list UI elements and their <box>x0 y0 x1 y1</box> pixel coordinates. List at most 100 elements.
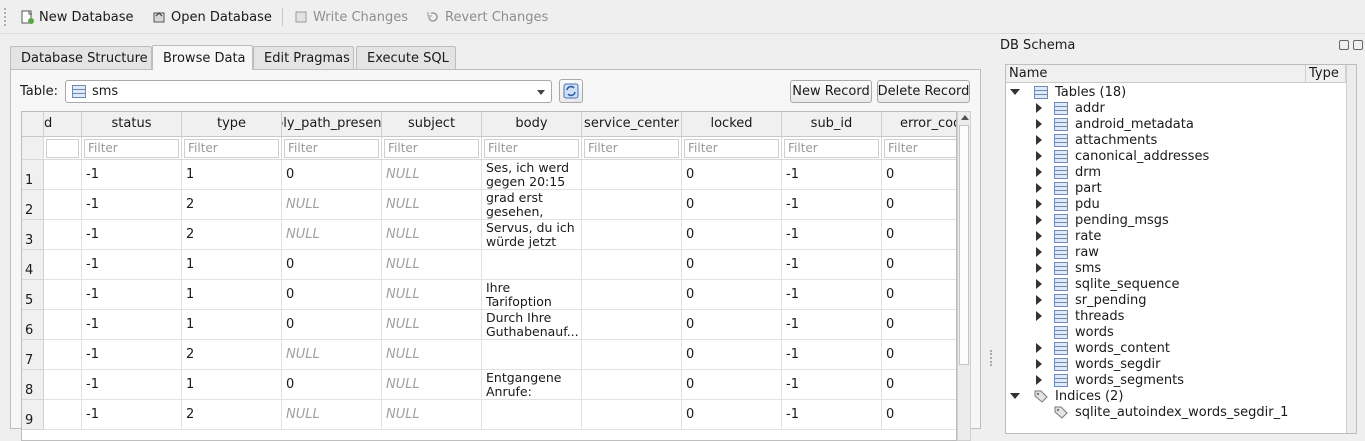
table-cell-subject[interactable]: NULL <box>382 160 482 190</box>
expand-right-icon[interactable] <box>1036 279 1042 289</box>
table-cell-subject[interactable]: NULL <box>382 220 482 250</box>
table-cell-rpp[interactable]: NULL <box>282 220 382 250</box>
table-cell-subject[interactable]: NULL <box>382 340 482 370</box>
tree-item-table[interactable]: canonical_addresses <box>1036 148 1209 164</box>
grid-corner[interactable] <box>22 112 44 137</box>
expand-right-icon[interactable] <box>1036 183 1042 193</box>
table-cell-status[interactable]: -1 <box>82 220 182 250</box>
tree-item-table[interactable]: threads <box>1036 308 1124 324</box>
table-cell-locked[interactable]: 0 <box>682 160 782 190</box>
tree-item-table[interactable]: drm <box>1036 164 1101 180</box>
filter-input-reply-path-present[interactable]: Filter <box>284 139 379 158</box>
write-changes-button[interactable]: Write Changes <box>290 5 412 29</box>
table-cell-sub-id[interactable]: -1 <box>782 340 882 370</box>
filter-input-body[interactable]: Filter <box>484 139 579 158</box>
table-cell-sub-id[interactable]: -1 <box>782 160 882 190</box>
scrollbar-thumb[interactable] <box>959 125 969 365</box>
table-cell-locked[interactable]: 0 <box>682 340 782 370</box>
expand-right-icon[interactable] <box>1036 103 1042 113</box>
data-grid[interactable]: d status type reply_path_present subject… <box>21 111 957 441</box>
column-header-subject[interactable]: subject <box>382 112 482 137</box>
revert-changes-button[interactable]: Revert Changes <box>422 5 552 29</box>
table-cell-locked[interactable]: 0 <box>682 250 782 280</box>
table-cell-type[interactable]: 2 <box>182 400 282 430</box>
filter-input-service-center[interactable]: Filter <box>584 139 679 158</box>
table-cell-status[interactable]: -1 <box>82 160 182 190</box>
table-cell-error-code[interactable]: 0 <box>882 220 956 250</box>
tab-edit-pragmas[interactable]: Edit Pragmas <box>253 46 354 70</box>
table-cell-body[interactable] <box>482 400 582 430</box>
tree-group-indices[interactable]: Indices (2) <box>1010 388 1123 404</box>
tree-item-table[interactable]: raw <box>1036 244 1099 260</box>
row-number[interactable]: 3 <box>22 220 44 250</box>
table-cell-sc[interactable] <box>582 190 682 220</box>
schema-column-type[interactable]: Type <box>1306 65 1346 83</box>
table-cell-status[interactable]: -1 <box>82 370 182 400</box>
new-record-button[interactable]: New Record <box>790 80 872 103</box>
table-cell-rpp[interactable]: NULL <box>282 400 382 430</box>
table-cell-status[interactable]: -1 <box>82 340 182 370</box>
table-cell-sub-id[interactable]: -1 <box>782 250 882 280</box>
table-cell-sc[interactable] <box>582 250 682 280</box>
table-cell-type[interactable]: 2 <box>182 220 282 250</box>
row-number[interactable]: 4 <box>22 250 44 280</box>
schema-vertical-scrollbar[interactable] <box>1346 65 1356 433</box>
filter-input[interactable] <box>46 139 79 158</box>
table-cell-status[interactable]: -1 <box>82 400 182 430</box>
table-cell[interactable] <box>44 190 82 220</box>
filter-input-sub-id[interactable]: Filter <box>784 139 879 158</box>
row-number[interactable]: 5 <box>22 280 44 310</box>
column-header-locked[interactable]: locked <box>682 112 782 137</box>
table-cell-error-code[interactable]: 0 <box>882 160 956 190</box>
tree-item-table[interactable]: rate <box>1036 228 1101 244</box>
tree-item-index[interactable]: sqlite_autoindex_words_segdir_1 <box>1054 404 1288 420</box>
filter-input-error-code[interactable]: Filter <box>884 139 956 158</box>
tree-group-tables[interactable]: Tables (18) <box>1010 84 1126 100</box>
expand-right-icon[interactable] <box>1036 359 1042 369</box>
table-cell-type[interactable]: 1 <box>182 250 282 280</box>
tree-item-table[interactable]: sr_pending <box>1036 292 1146 308</box>
tab-execute-sql[interactable]: Execute SQL <box>356 46 456 70</box>
table-select[interactable]: sms <box>65 80 552 103</box>
table-cell[interactable] <box>44 250 82 280</box>
table-cell-error-code[interactable]: 0 <box>882 340 956 370</box>
close-dock-icon[interactable] <box>1353 40 1363 50</box>
expand-right-icon[interactable] <box>1036 151 1042 161</box>
table-cell-body[interactable]: Ihre Tarifoption Smart-Option... <box>482 280 582 310</box>
table-cell-type[interactable]: 2 <box>182 190 282 220</box>
table-cell-subject[interactable]: NULL <box>382 190 482 220</box>
row-number[interactable]: 7 <box>22 340 44 370</box>
table-cell-rpp[interactable]: NULL <box>282 190 382 220</box>
grid-vertical-scrollbar[interactable] <box>957 111 971 441</box>
table-cell-locked[interactable]: 0 <box>682 280 782 310</box>
column-header-sub-id[interactable]: sub_id <box>782 112 882 137</box>
column-header-type[interactable]: type <box>182 112 282 137</box>
schema-tree[interactable]: Name Type Tables (18) addr android_metadat… <box>1005 64 1357 434</box>
table-cell-error-code[interactable]: 0 <box>882 190 956 220</box>
table-cell-body[interactable]: Ses, ich werd gegen 20:15 ... <box>482 160 582 190</box>
table-cell-sc[interactable] <box>582 280 682 310</box>
tree-item-table[interactable]: pdu <box>1036 196 1100 212</box>
tree-item-table[interactable]: attachments <box>1036 132 1157 148</box>
expand-right-icon[interactable] <box>1036 263 1042 273</box>
table-cell-status[interactable]: -1 <box>82 310 182 340</box>
toolbar-grip[interactable] <box>4 8 8 26</box>
table-cell-locked[interactable]: 0 <box>682 220 782 250</box>
row-number[interactable]: 8 <box>22 370 44 400</box>
table-cell-sub-id[interactable]: -1 <box>782 370 882 400</box>
table-cell[interactable] <box>44 340 82 370</box>
row-number[interactable]: 6 <box>22 310 44 340</box>
row-number[interactable]: 2 <box>22 190 44 220</box>
table-cell[interactable] <box>44 160 82 190</box>
table-cell-error-code[interactable]: 0 <box>882 250 956 280</box>
table-cell-sub-id[interactable]: -1 <box>782 190 882 220</box>
expand-right-icon[interactable] <box>1036 215 1042 225</box>
tree-item-table[interactable]: words <box>1054 324 1114 340</box>
table-cell-subject[interactable]: NULL <box>382 400 482 430</box>
table-cell-body[interactable] <box>482 340 582 370</box>
column-header-reply-path-present[interactable]: reply_path_present <box>282 112 382 137</box>
table-cell-body[interactable]: Servus, du ich würde jetzt d... <box>482 220 582 250</box>
tree-item-table[interactable]: part <box>1036 180 1102 196</box>
table-cell-error-code[interactable]: 0 <box>882 400 956 430</box>
tree-item-table[interactable]: sms <box>1036 260 1101 276</box>
